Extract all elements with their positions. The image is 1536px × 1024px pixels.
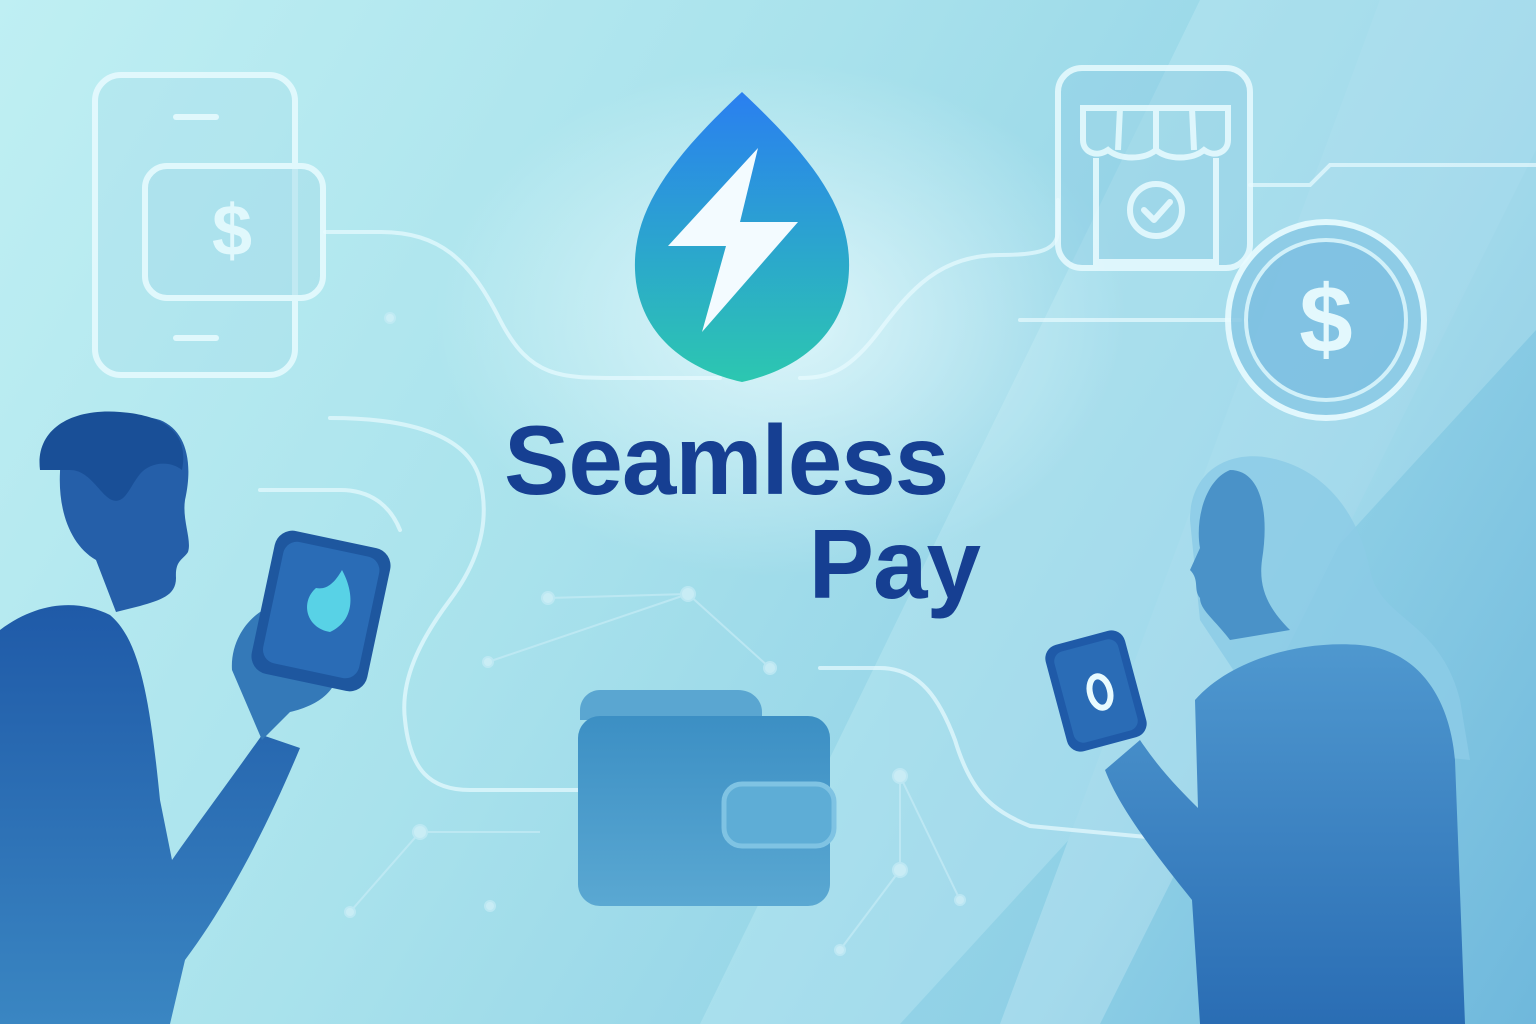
phone-payment-icon: $ [92,72,326,378]
lightning-drop-logo-icon [634,92,850,382]
dollar-coin-icon: $ [1225,219,1427,421]
svg-text:$: $ [212,191,252,271]
man-with-phone-figure [0,411,391,1024]
hero-scene: $ $ Seamless Pay [0,0,1536,1024]
brand-title-line-1: Seamless [504,405,949,515]
wallet-icon [578,690,837,906]
svg-text:$: $ [1299,266,1352,373]
brand-title: Seamless Pay [468,408,1028,616]
brand-title-line-2: Pay [808,509,981,619]
storefront-check-icon [1055,65,1253,271]
